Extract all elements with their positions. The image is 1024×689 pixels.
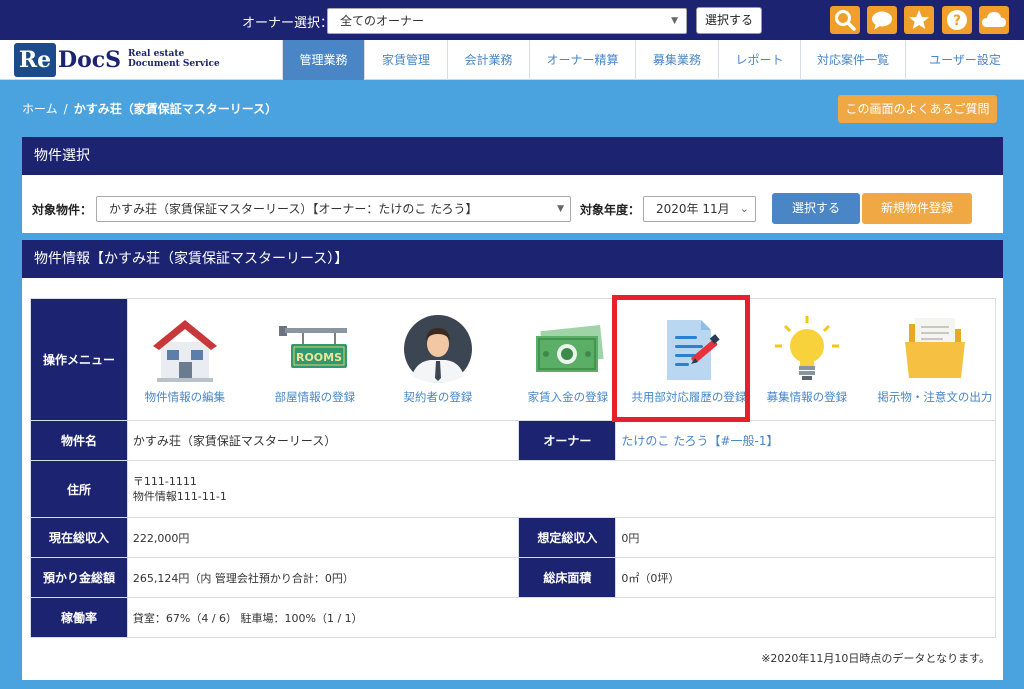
menu-output-notices[interactable]: 掲示物・注意文の出力 — [877, 300, 992, 420]
expected-income-value: 0円 — [615, 517, 996, 558]
star-icon[interactable] — [904, 6, 934, 34]
data-date-note: ※2020年11月10日時点のデータとなります。 — [761, 652, 990, 665]
breadcrumb-home[interactable]: ホーム — [22, 102, 58, 116]
breadcrumb-current: かすみ荘（家賃保証マスターリース） — [73, 102, 278, 116]
address-value: 〒111-1111 物件情報111-11-1 — [126, 460, 997, 518]
new-property-button[interactable]: 新規物件登録 — [862, 193, 972, 224]
deposit-total-label: 預かり金総額 — [30, 557, 128, 598]
menu-register-rooms-label: 部屋情報の登録 — [274, 389, 356, 404]
menu-edit-property-label: 物件情報の編集 — [144, 389, 226, 404]
owner-select-label: オーナー選択： — [242, 16, 334, 31]
search-icon[interactable] — [830, 6, 860, 34]
target-property-value: かすみ荘（家賃保証マスターリース）【オーナー：たけのこ たろう】 — [109, 202, 478, 216]
menu-register-recruitment-label: 募集情報の登録 — [766, 389, 848, 404]
logo-subtitle: Real estate Document Service — [128, 49, 220, 69]
cloud-icon[interactable] — [979, 6, 1009, 34]
operation-menu: 物件情報の編集 ROOMS 部屋情報の登録 契約者の登録 家賃入金の登録 共用部… — [128, 300, 995, 420]
rooms-sign-icon: ROOMS — [278, 325, 347, 368]
current-income-label: 現在総収入 — [30, 517, 128, 558]
occupancy-rate-label: 稼働率 — [30, 597, 128, 638]
highlight-box — [612, 295, 750, 422]
nav-item-report[interactable]: レポート — [718, 40, 800, 80]
lightbulb-icon — [774, 315, 839, 380]
target-property-label: 対象物件： — [32, 203, 93, 217]
breadcrumb-separator: / — [63, 102, 68, 116]
property-name-label: 物件名 — [30, 420, 128, 461]
owner-link[interactable]: たけのこ たろう【#一般-1】 — [615, 420, 996, 461]
chevron-down-icon: ▼ — [671, 16, 678, 26]
svg-text:ROOMS: ROOMS — [296, 351, 342, 364]
floor-area-label: 総床面積 — [518, 557, 617, 598]
money-icon — [535, 324, 604, 372]
nav-item-cases[interactable]: 対応案件一覧 — [800, 40, 905, 80]
address-label: 住所 — [30, 460, 128, 518]
target-year-label: 対象年度： — [580, 203, 641, 217]
property-select-title: 物件選択 — [22, 137, 1003, 175]
address-postal: 〒111-1111 — [132, 475, 197, 488]
chevron-down-icon: ⌄ — [739, 202, 749, 215]
logo-docs: DocS — [58, 47, 122, 73]
select-property-button[interactable]: 選択する — [772, 193, 860, 224]
house-icon — [152, 319, 217, 382]
address-line: 物件情報111-11-1 — [132, 490, 227, 503]
target-property-select[interactable]: かすみ荘（家賃保証マスターリース）【オーナー：たけのこ たろう】 ▼ — [96, 196, 571, 222]
breadcrumb: ホーム / かすみ荘（家賃保証マスターリース） — [22, 100, 277, 117]
owner-select[interactable]: 全てのオーナー ▼ — [327, 8, 687, 34]
expected-income-label: 想定総収入 — [518, 517, 617, 558]
menu-register-tenant-label: 契約者の登録 — [403, 389, 473, 404]
property-info-table: 操作メニュー 物件情報の編集 ROOMS 部屋情報の登録 契約者の登録 家賃入金… — [30, 298, 997, 638]
menu-register-rooms[interactable]: ROOMS 部屋情報の登録 — [260, 300, 370, 420]
owner-label: オーナー — [518, 420, 617, 461]
operation-menu-label: 操作メニュー — [30, 298, 128, 421]
deposit-total-value: 265,124円（内 管理会社預かり合計：0円） — [126, 557, 520, 598]
nav-item-accounting[interactable]: 会計業務 — [447, 40, 529, 80]
owner-select-value: 全てのオーナー — [340, 14, 425, 28]
faq-button[interactable]: この画面のよくあるご質問 — [838, 95, 997, 123]
nav-item-recruitment[interactable]: 募集業務 — [635, 40, 718, 80]
target-year-value: 2020年 11月 — [656, 202, 730, 216]
menu-register-rent-payment[interactable]: 家賃入金の登録 — [513, 300, 623, 420]
logo-re: Re — [14, 43, 56, 77]
svg-text:?: ? — [953, 13, 961, 29]
folder-icon — [904, 317, 965, 378]
nav-item-owner-settlement[interactable]: オーナー精算 — [529, 40, 635, 80]
occupancy-rate-value: 貸室：67%（4 / 6） 駐車場：100%（1 / 1） — [126, 597, 997, 638]
menu-register-tenant[interactable]: 契約者の登録 — [383, 300, 493, 420]
nav-item-rent[interactable]: 家賃管理 — [364, 40, 447, 80]
nav-item-user-settings[interactable]: ユーザー設定 — [905, 40, 1024, 80]
property-name-value: かすみ荘（家賃保証マスターリース） — [126, 420, 520, 461]
nav-item-management[interactable]: 管理業務 — [282, 40, 364, 80]
menu-register-recruitment[interactable]: 募集情報の登録 — [752, 300, 862, 420]
current-income-value: 222,000円 — [126, 517, 520, 558]
property-info-title: 物件情報【かすみ荘（家賃保証マスターリース）】 — [22, 240, 1003, 278]
chat-icon[interactable] — [867, 6, 897, 34]
menu-edit-property[interactable]: 物件情報の編集 — [130, 300, 240, 420]
property-info-panel: 物件情報【かすみ荘（家賃保証マスターリース）】 操作メニュー 物件情報の編集 R… — [22, 240, 1003, 680]
person-icon — [403, 314, 472, 383]
floor-area-value: 0㎡（0坪） — [615, 557, 996, 598]
chevron-down-icon: ▼ — [557, 204, 564, 214]
target-year-select[interactable]: 2020年 11月 ⌄ — [643, 196, 756, 222]
help-icon[interactable]: ? — [942, 6, 972, 34]
property-select-panel: 物件選択 対象物件： かすみ荘（家賃保証マスターリース）【オーナー：たけのこ た… — [22, 137, 1003, 233]
owner-select-button[interactable]: 選択する — [696, 7, 762, 34]
menu-output-notices-label: 掲示物・注意文の出力 — [877, 389, 993, 404]
